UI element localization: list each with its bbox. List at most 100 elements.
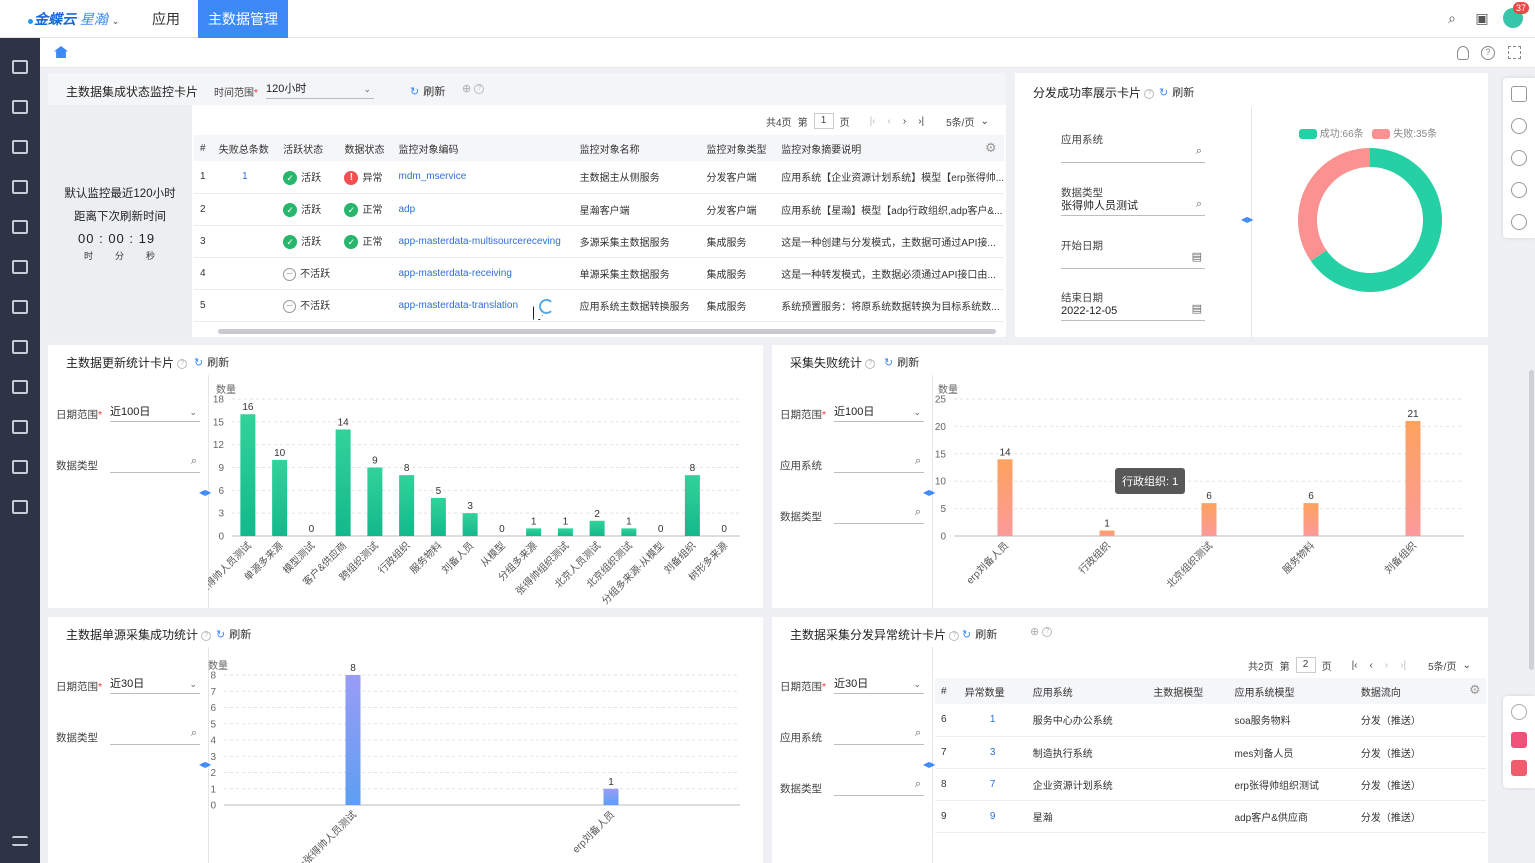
brand-logo[interactable]: 金蝶云 星瀚 ⌄ xyxy=(28,9,119,29)
object-code-link[interactable]: app-masterdata-receiving xyxy=(399,268,512,279)
date-range-select[interactable]: 近100日 ⌄ xyxy=(834,404,924,422)
column-header[interactable]: 监控对象类型 xyxy=(700,135,776,161)
fail-count-link[interactable]: 1 xyxy=(242,171,248,182)
table-settings-icon[interactable]: ⚙ xyxy=(1469,682,1481,698)
prev-page-icon[interactable]: ‹ xyxy=(888,116,891,127)
data-type-input[interactable]: ⌕ xyxy=(834,506,924,524)
home-icon[interactable] xyxy=(54,46,68,58)
avatar[interactable]: 37 xyxy=(1503,2,1529,28)
data-type-input[interactable]: 张得帅人员测试 ⌕ xyxy=(1061,198,1205,216)
date-range-select[interactable]: 近30日 ⌄ xyxy=(110,676,200,694)
exception-count-link[interactable]: 3 xyxy=(990,747,996,758)
exception-count-link[interactable]: 9 xyxy=(990,811,996,822)
table-row[interactable]: 7 3 制造执行系统 mes刘备人员 分发（推送） xyxy=(935,736,1486,769)
page-input[interactable]: 2 xyxy=(1295,657,1316,673)
chart-icon[interactable] xyxy=(12,380,28,394)
table-icon[interactable] xyxy=(12,260,28,274)
table-row[interactable]: 2 ✓ 活跃 ✓ 正常 adp 星瀚客户端 分发客户端 应用系统【星瀚】模型【adp行政组织,a… xyxy=(194,193,1004,226)
table-row[interactable]: 6 1 服务中心办公系统 soa服务物料 分发（推送） xyxy=(935,704,1486,737)
time-range-select[interactable]: 120小时 ⌄ xyxy=(266,81,374,99)
column-header[interactable]: 异常数量 xyxy=(958,678,1027,704)
table-row[interactable]: 5 – 不活跃 app-masterdata-translation 应用系统主数据转换… xyxy=(194,289,1004,322)
nav-master-data[interactable]: 主数据管理 xyxy=(198,0,288,38)
table-row[interactable]: 8 7 企业资源计划系统 erp张得帅组织测试 分发（推送） xyxy=(935,768,1486,801)
table-settings-icon[interactable]: ⚙ xyxy=(985,140,997,156)
column-header[interactable]: # xyxy=(194,135,213,161)
next-page-icon[interactable]: › xyxy=(903,116,906,127)
clipboard-icon[interactable] xyxy=(12,460,28,474)
search-icon[interactable]: ⌕ xyxy=(1443,9,1461,27)
exception-count-link[interactable]: 7 xyxy=(990,779,996,790)
screen-icon[interactable] xyxy=(12,340,28,354)
prev-page-icon[interactable]: ‹ xyxy=(1370,660,1373,671)
object-code-link[interactable]: adp xyxy=(399,204,416,215)
help-icon[interactable]: ? xyxy=(1481,46,1495,60)
app-system-input[interactable]: ⌕ xyxy=(834,727,924,745)
reload-icon[interactable] xyxy=(1511,182,1527,198)
column-header[interactable]: 数据流向 xyxy=(1354,678,1486,704)
first-page-icon[interactable]: |‹ xyxy=(870,116,876,127)
exchange-icon[interactable] xyxy=(1511,150,1527,166)
object-code-link[interactable]: app-masterdata-multisourcereceving xyxy=(399,236,561,247)
object-code-link[interactable]: app-masterdata-translation xyxy=(399,300,519,311)
collapse-toggle-icon[interactable]: ◀▶ xyxy=(1241,215,1253,224)
history-icon[interactable] xyxy=(1511,118,1527,134)
collapse-toggle-icon[interactable]: ◀▶ xyxy=(923,760,935,769)
menu-toggle-icon[interactable] xyxy=(12,836,28,846)
refresh-button[interactable]: ↻ 刷新 xyxy=(962,626,997,642)
app-shortcut-icon[interactable] xyxy=(1511,732,1527,748)
nav-app[interactable]: 应用 xyxy=(140,0,192,38)
cart-icon[interactable]: ▣ xyxy=(1473,9,1491,27)
horizontal-scrollbar[interactable] xyxy=(218,329,996,334)
cluster-icon[interactable] xyxy=(12,180,28,194)
date-range-select[interactable]: 近30日 ⌄ xyxy=(834,676,924,694)
last-page-icon[interactable]: ›| xyxy=(1400,660,1406,671)
cube-icon[interactable] xyxy=(12,300,28,314)
server-icon[interactable] xyxy=(12,500,28,514)
table-row[interactable]: 9 9 星瀚 adp客户&供应商 分发（推送） xyxy=(935,800,1486,833)
tree-icon[interactable] xyxy=(12,220,28,234)
zoom-icon[interactable]: ⊕ ? xyxy=(1030,625,1053,638)
column-header[interactable]: 监控对象名称 xyxy=(573,135,701,161)
end-date-input[interactable]: 2022-12-05 ▤ xyxy=(1061,303,1205,321)
data-type-input[interactable]: ⌕ xyxy=(110,727,200,745)
table-row[interactable]: 1 1 ✓ 活跃! 异常 mdm_mservice 主数据主从侧服务 分发客户端 应用系统【企业… xyxy=(194,161,1004,194)
bulb-icon[interactable] xyxy=(1457,46,1469,60)
date-range-select[interactable]: 近100日 ⌄ xyxy=(110,404,200,422)
exception-count-link[interactable]: 1 xyxy=(990,714,996,725)
refresh-button[interactable]: ↻ 刷新 xyxy=(884,354,919,370)
app-system-input[interactable]: ⌕ xyxy=(834,455,924,473)
object-code-link[interactable]: mdm_mservice xyxy=(399,171,467,182)
column-header[interactable]: 数据状态 xyxy=(338,135,393,161)
dashboard-icon[interactable] xyxy=(12,60,28,74)
first-page-icon[interactable]: |‹ xyxy=(1352,660,1358,671)
refresh-button[interactable]: ↻ 刷新 xyxy=(1159,84,1194,100)
start-date-input[interactable]: ▤ xyxy=(1061,251,1205,269)
column-header[interactable]: 失败总条数 xyxy=(212,135,278,161)
column-header[interactable]: 应用系统模型 xyxy=(1228,678,1355,704)
column-header[interactable]: 监控对象编码 xyxy=(392,135,574,161)
refresh-button[interactable]: ↻ 刷新 xyxy=(194,354,229,370)
puzzle-icon[interactable] xyxy=(12,100,28,114)
data-type-input[interactable]: ⌕ xyxy=(110,455,200,473)
column-header[interactable]: # xyxy=(935,678,959,704)
column-header[interactable]: 主数据模型 xyxy=(1147,678,1229,704)
edit-icon[interactable] xyxy=(1511,86,1527,102)
fullscreen-icon[interactable] xyxy=(1508,46,1521,59)
column-header[interactable]: 监控对象摘要说明 xyxy=(775,135,1004,161)
last-page-icon[interactable]: ›| xyxy=(918,116,924,127)
table-row[interactable]: 3 ✓ 活跃 ✓ 正常 app-masterdata-multisourcerecevin… xyxy=(194,225,1004,258)
column-header[interactable]: 活跃状态 xyxy=(277,135,339,161)
star-icon[interactable] xyxy=(1511,214,1527,230)
cloud-icon[interactable] xyxy=(1511,704,1527,720)
page-size-select[interactable]: 5条/页 xyxy=(1428,658,1456,673)
page-scrollbar[interactable] xyxy=(1529,370,1534,670)
file-search-icon[interactable] xyxy=(12,420,28,434)
table-row[interactable]: 4 – 不活跃 app-masterdata-receiving 单源采集主数据服务 集成… xyxy=(194,257,1004,290)
next-page-icon[interactable]: › xyxy=(1385,660,1388,671)
column-header[interactable]: 应用系统 xyxy=(1026,678,1148,704)
data-type-input[interactable]: ⌕ xyxy=(834,778,924,796)
zoom-icon[interactable]: ⊕ ? xyxy=(462,82,485,95)
refresh-button[interactable]: ↻ 刷新 xyxy=(410,83,445,99)
refresh-button[interactable]: ↻ 刷新 xyxy=(216,626,251,642)
